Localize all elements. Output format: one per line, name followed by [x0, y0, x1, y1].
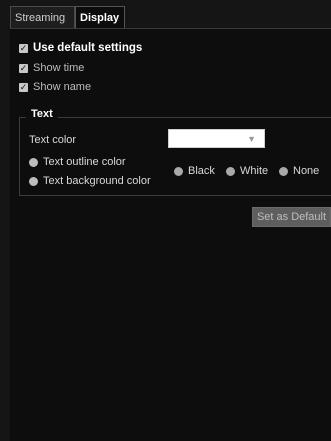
- show-name-checkbox[interactable]: ✓ Show name: [19, 80, 91, 94]
- color-option-none-radio[interactable]: None: [279, 165, 319, 177]
- show-time-label: Show time: [33, 62, 85, 74]
- radio-icon: [226, 166, 235, 176]
- radio-icon: [29, 157, 38, 167]
- color-option-black-label: Black: [188, 165, 215, 177]
- use-default-settings-checkbox[interactable]: ✓ Use default settings: [19, 41, 142, 55]
- radio-icon: [29, 176, 38, 186]
- show-time-checkbox[interactable]: ✓ Show time: [19, 61, 84, 75]
- text-color-dropdown[interactable]: ▼: [168, 129, 265, 148]
- text-background-color-label: Text background color: [43, 175, 151, 187]
- checkbox-checked-icon: ✓: [19, 42, 28, 53]
- color-option-white-label: White: [240, 165, 269, 177]
- color-option-none-label: None: [293, 165, 320, 177]
- use-default-settings-label: Use default settings: [33, 42, 143, 54]
- tab-bar: Streaming Display: [0, 0, 331, 28]
- checkbox-checked-icon: ✓: [19, 81, 28, 92]
- tab-streaming[interactable]: Streaming: [10, 6, 75, 28]
- text-color-label: Text color: [29, 134, 77, 146]
- color-option-black-radio[interactable]: Black: [174, 165, 215, 177]
- chevron-down-icon: ▼: [247, 134, 256, 144]
- text-fieldset-legend: Text: [26, 108, 58, 120]
- text-background-color-radio[interactable]: Text background color: [29, 175, 151, 187]
- radio-icon: [279, 166, 288, 176]
- tab-display[interactable]: Display: [75, 6, 125, 28]
- show-name-label: Show name: [33, 81, 92, 93]
- text-outline-color-radio[interactable]: Text outline color: [29, 156, 126, 168]
- set-as-default-button[interactable]: Set as Default: [252, 207, 331, 227]
- radio-icon: [174, 166, 183, 176]
- text-outline-color-label: Text outline color: [43, 156, 126, 168]
- checkbox-checked-icon: ✓: [19, 62, 28, 73]
- color-option-white-radio[interactable]: White: [226, 165, 268, 177]
